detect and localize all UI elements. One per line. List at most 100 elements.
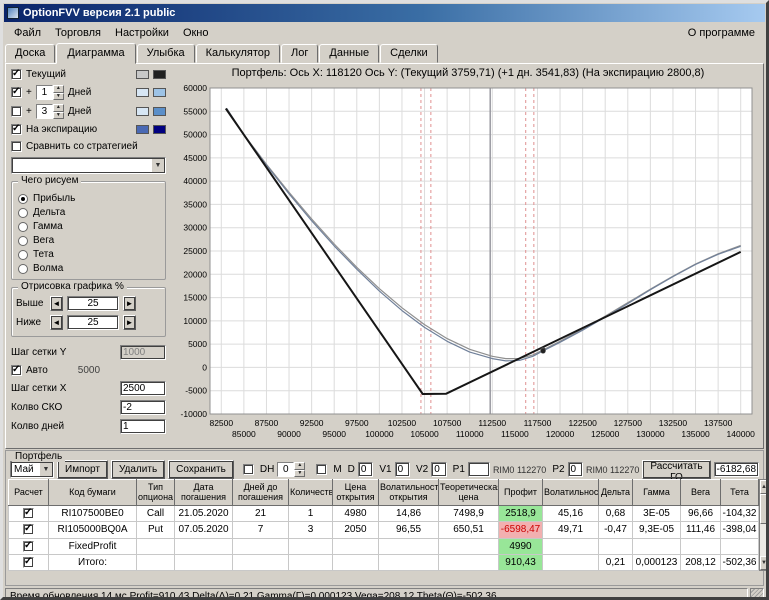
resize-grip[interactable]: [750, 588, 764, 600]
current-color-swatch-2[interactable]: [153, 70, 166, 79]
v1-field[interactable]: 0: [395, 462, 410, 477]
column-header: Тип опциона: [137, 480, 175, 506]
table-row[interactable]: FixedProfit4990: [9, 538, 759, 554]
expiration-color-swatch-2[interactable]: [153, 125, 166, 134]
table-row[interactable]: Итого:910,430,210,000123208,12-502,36: [9, 554, 759, 570]
table-cell: [333, 554, 379, 570]
expiration-checkbox[interactable]: [11, 124, 22, 135]
radio-option-Волма[interactable]: Волма: [18, 263, 159, 274]
row-calc-checkbox[interactable]: [23, 557, 34, 568]
column-header: Количество: [289, 480, 333, 506]
table-row[interactable]: RI105000BQ0APut07.05.202073205096,55650,…: [9, 522, 759, 538]
profit-cell: -6598,47: [499, 522, 543, 538]
spin-up-icon[interactable]: ▲: [53, 85, 64, 93]
p1-field[interactable]: [468, 462, 490, 477]
menu-item-Файл[interactable]: Файл: [7, 25, 48, 41]
below-increase-button[interactable]: ►: [123, 315, 136, 330]
menu-item-about[interactable]: О программе: [681, 25, 762, 41]
days-count-field[interactable]: 1: [120, 419, 166, 434]
current-color-swatch-1[interactable]: [136, 70, 149, 79]
auto-grid-value: 5000: [78, 365, 100, 376]
spin-down-icon[interactable]: ▼: [294, 470, 305, 478]
import-button[interactable]: Импорт: [57, 460, 108, 479]
m-checkbox[interactable]: [316, 464, 327, 475]
spin-up-icon[interactable]: ▲: [53, 104, 64, 112]
tab-Доска[interactable]: Доска: [5, 44, 55, 63]
dh-checkbox[interactable]: [243, 464, 254, 475]
spin-up-icon[interactable]: ▲: [294, 462, 305, 470]
auto-grid-checkbox[interactable]: [11, 365, 22, 376]
compare-strategy-checkbox[interactable]: [11, 141, 22, 152]
below-decrease-button[interactable]: ◄: [50, 315, 63, 330]
above-percent-field[interactable]: 25: [67, 296, 119, 311]
tab-Улыбка[interactable]: Улыбка: [137, 44, 195, 63]
tab-strip: ДоскаДиаграммаУлыбкаКалькуляторЛогДанные…: [3, 42, 766, 63]
menu-item-Торговля[interactable]: Торговля: [48, 25, 108, 41]
menu-bar: ФайлТорговляНастройкиОкно О программе: [3, 23, 766, 42]
plus1-days-stepper[interactable]: 1 ▲▼: [36, 85, 64, 100]
chevron-down-icon[interactable]: ▼: [151, 158, 165, 173]
current-checkbox[interactable]: [11, 69, 22, 80]
table-cell: 0,000123: [633, 554, 681, 570]
tab-Данные[interactable]: Данные: [319, 44, 379, 63]
spin-down-icon[interactable]: ▼: [53, 93, 64, 101]
table-cell: [721, 538, 759, 554]
month-select[interactable]: Май ▼: [10, 461, 54, 478]
above-increase-button[interactable]: ►: [123, 296, 136, 311]
scrollbar-thumb[interactable]: [760, 494, 768, 524]
table-cell: [543, 554, 599, 570]
tab-Калькулятор[interactable]: Калькулятор: [196, 44, 280, 63]
plus3-color-swatch-1[interactable]: [136, 107, 149, 116]
title-bar[interactable]: OptionFVV версия 2.1 public: [4, 4, 765, 22]
above-decrease-button[interactable]: ◄: [50, 296, 63, 311]
plus3-color-swatch-2[interactable]: [153, 107, 166, 116]
spin-down-icon[interactable]: ▼: [53, 112, 64, 120]
radio-option-Тета[interactable]: Тета: [18, 249, 159, 260]
svg-text:102500: 102500: [388, 418, 417, 428]
radio-option-Дельта[interactable]: Дельта: [18, 207, 159, 218]
tab-Сделки[interactable]: Сделки: [380, 44, 438, 63]
below-percent-field[interactable]: 25: [67, 315, 119, 330]
row-calc-checkbox[interactable]: [23, 541, 34, 552]
radio-option-Вега[interactable]: Вега: [18, 235, 159, 246]
menu-item-Настройки[interactable]: Настройки: [108, 25, 176, 41]
calc-margin-button[interactable]: Рассчитать ГО: [642, 460, 710, 479]
d-field[interactable]: 0: [358, 462, 373, 477]
table-scrollbar[interactable]: ▲ ▼: [759, 479, 769, 571]
row-calc-checkbox[interactable]: [23, 524, 34, 535]
radio-option-Прибыль[interactable]: Прибыль: [18, 193, 159, 204]
table-cell: [137, 554, 175, 570]
menu-item-Окно[interactable]: Окно: [176, 25, 216, 41]
plus1-color-swatch-2[interactable]: [153, 88, 166, 97]
plus3-days-stepper[interactable]: 3 ▲▼: [36, 104, 64, 119]
tab-Диаграмма[interactable]: Диаграмма: [56, 43, 135, 64]
column-header: Цена открытия: [333, 480, 379, 506]
radio-icon: [18, 250, 28, 260]
rim-ticker-2: RIM0 112270: [586, 465, 639, 475]
strategy-select[interactable]: ▼: [11, 157, 166, 174]
sko-count-field[interactable]: -2: [120, 400, 166, 415]
plus1-color-swatch-1[interactable]: [136, 88, 149, 97]
p2-field[interactable]: 0: [568, 462, 583, 477]
table-row[interactable]: RI107500BE0Call21.05.2020211498014,86749…: [9, 506, 759, 522]
save-button[interactable]: Сохранить: [168, 460, 234, 479]
radio-option-Гамма[interactable]: Гамма: [18, 221, 159, 232]
v2-field[interactable]: 0: [431, 462, 446, 477]
chart-svg[interactable]: 6000055000500004500040000350003000025000…: [170, 82, 766, 448]
plus1-checkbox[interactable]: [11, 87, 22, 98]
table-cell: 208,12: [681, 554, 721, 570]
scroll-down-icon[interactable]: ▼: [760, 556, 768, 570]
radio-icon: [18, 236, 28, 246]
dh-stepper[interactable]: 0 ▲▼: [277, 462, 305, 477]
radio-label: Волма: [33, 263, 63, 274]
positions-table: РасчетКод бумагиТип опционаДата погашени…: [8, 479, 759, 571]
chevron-down-icon[interactable]: ▼: [39, 462, 53, 477]
grid-step-x-field[interactable]: 2500: [120, 381, 166, 396]
tab-Лог[interactable]: Лог: [281, 44, 318, 63]
expiration-color-swatch-1[interactable]: [136, 125, 149, 134]
plus3-checkbox[interactable]: [11, 106, 22, 117]
chart-settings-panel: Текущий + 1 ▲▼ Дней +: [6, 64, 170, 448]
scroll-up-icon[interactable]: ▲: [760, 480, 768, 494]
row-calc-checkbox[interactable]: [23, 508, 34, 519]
delete-button[interactable]: Удалить: [111, 460, 165, 479]
